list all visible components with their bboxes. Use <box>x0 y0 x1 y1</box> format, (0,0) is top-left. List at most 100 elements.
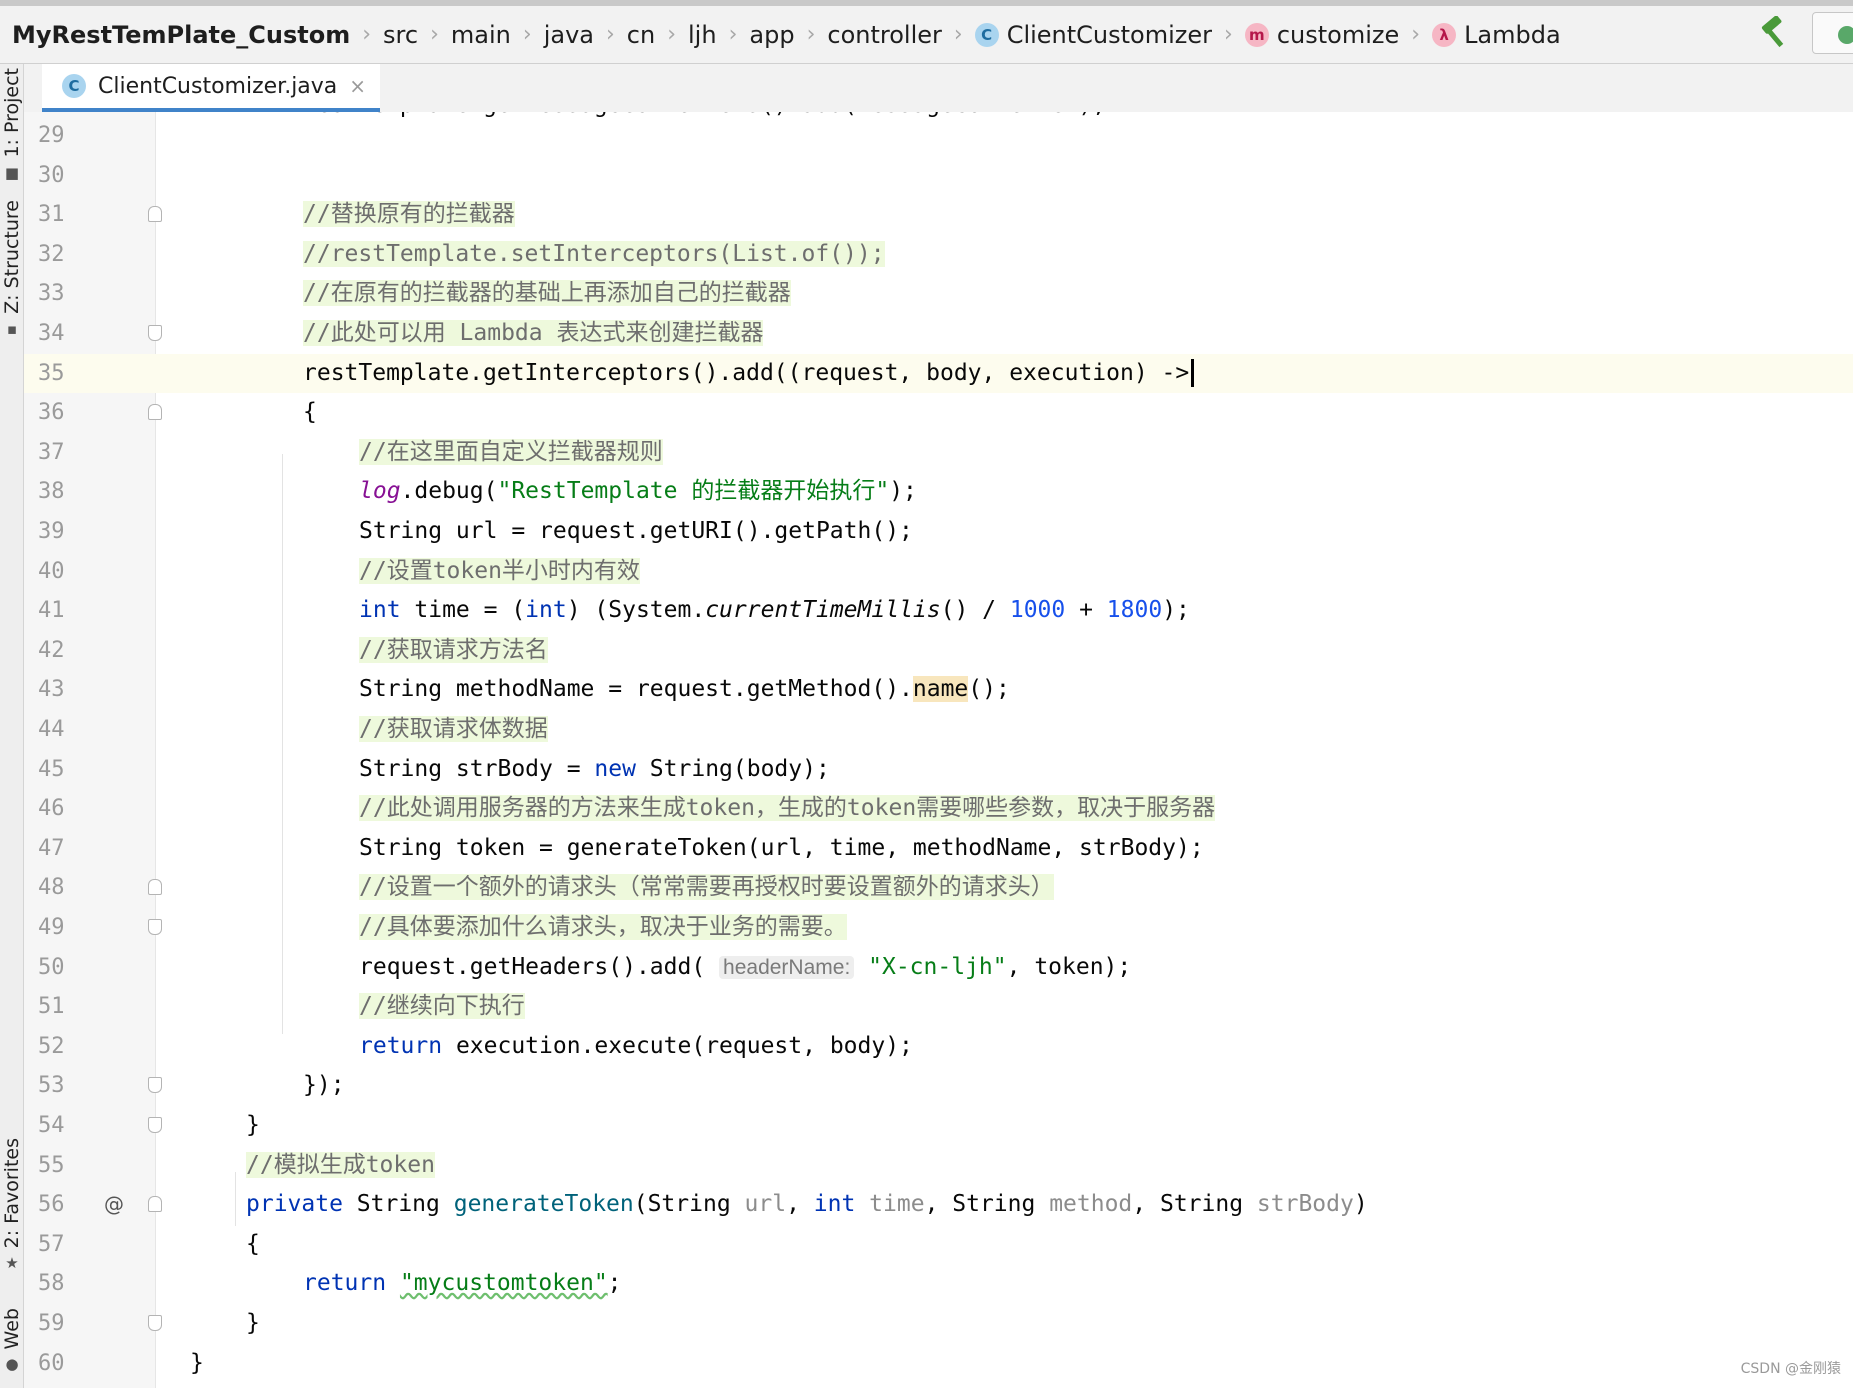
code-line[interactable]: 38 log.debug("RestTemplate 的拦截器开始执行"); <box>24 472 1853 511</box>
code-line[interactable]: 48 //设置一个额外的请求头（常常需要再授权时要设置额外的请求头） <box>24 868 1853 907</box>
fold-marker-icon[interactable] <box>148 404 162 421</box>
line-number: 42 <box>38 637 65 663</box>
code-text: log.debug("RestTemplate 的拦截器开始执行"); <box>359 478 917 505</box>
code-line[interactable]: 58 return "mycustomtoken"; <box>24 1264 1853 1303</box>
code-text: int time = (int) (System.currentTimeMill… <box>359 597 1190 624</box>
star-icon: ★ <box>5 1254 19 1273</box>
breadcrumb-src[interactable]: src <box>383 21 418 49</box>
code-line[interactable]: 34 //此处可以用 Lambda 表达式来创建拦截器 <box>24 314 1853 353</box>
code-line[interactable]: 56 @ private String generateToken(String u… <box>24 1185 1853 1224</box>
fold-marker-icon[interactable] <box>148 325 162 341</box>
code-line[interactable]: 41 int time = (int) (System.currentTimeMi… <box>24 591 1853 630</box>
code-line[interactable]: 33 //在原有的拦截器的基础上再添加自己的拦截器 <box>24 274 1853 313</box>
code-line[interactable]: 42 //获取请求方法名 <box>24 631 1853 670</box>
structure-tool-window-button[interactable]: Z: Structure ▪ <box>0 200 24 338</box>
code-line[interactable]: 49 //具体要添加什么请求头，取决于业务的需要。 <box>24 908 1853 947</box>
fold-marker-icon[interactable] <box>148 1077 162 1094</box>
code-text: } <box>246 1310 260 1336</box>
code-line[interactable]: 55 //模拟生成token <box>24 1146 1853 1185</box>
fold-marker-icon[interactable] <box>148 919 162 935</box>
code-line[interactable]: 57 { <box>24 1225 1853 1264</box>
line-number: 38 <box>38 479 65 505</box>
code-line[interactable]: 32 //restTemplate.setInterceptors(List.of… <box>24 235 1853 274</box>
code-line[interactable]: 44 //获取请求体数据 <box>24 710 1853 749</box>
code-line[interactable]: 59} <box>24 1304 1853 1343</box>
code-line[interactable]: 39 String url = request.getURI().getPath(… <box>24 512 1853 551</box>
breadcrumb-main[interactable]: main <box>451 21 511 49</box>
indent-guide <box>235 1172 236 1226</box>
breadcrumb-lambda[interactable]: λ Lambda <box>1432 21 1561 49</box>
code-line[interactable]: 35 restTemplate.getInterceptors().add((re… <box>24 353 1853 393</box>
line-number: 43 <box>38 677 65 703</box>
line-number: 32 <box>38 241 65 267</box>
breadcrumb-controller[interactable]: controller <box>827 21 942 49</box>
fold-marker-icon[interactable] <box>148 206 162 223</box>
breadcrumb-app[interactable]: app <box>749 21 794 49</box>
hammer-icon[interactable] <box>1757 16 1791 50</box>
breadcrumb-project[interactable]: MyRestTemPlate_Custom <box>12 21 350 49</box>
code-line[interactable]: 40 //设置token半小时内有效 <box>24 552 1853 591</box>
code-line[interactable]: 54} <box>24 1106 1853 1145</box>
breadcrumb-java[interactable]: java <box>544 21 594 49</box>
run-configuration-button[interactable] <box>1812 12 1853 54</box>
editor-tab-bar: C ClientCustomizer.java × <box>24 64 1853 113</box>
chevron-right-icon: › <box>667 22 677 47</box>
code-text: String strBody = new String(body); <box>359 755 830 782</box>
line-number: 30 <box>38 162 65 188</box>
line-number: 49 <box>38 915 65 940</box>
code-line[interactable]: 46 //此处调用服务器的方法来生成token，生成的token需要哪些参数，取决… <box>24 789 1853 828</box>
breadcrumb-cn[interactable]: cn <box>627 21 655 49</box>
code-text: //此处调用服务器的方法来生成token，生成的token需要哪些参数，取决于服… <box>359 795 1216 822</box>
code-text: //设置token半小时内有效 <box>359 557 640 584</box>
breadcrumb-method[interactable]: m customize <box>1244 20 1400 49</box>
fold-marker-icon[interactable] <box>148 879 162 896</box>
line-number: 54 <box>38 1113 65 1138</box>
project-tool-window-button[interactable]: 1: Project ■ <box>0 68 24 182</box>
fold-marker-icon[interactable] <box>148 1196 162 1213</box>
favorites-tool-window-button[interactable]: 2: Favorites ★ <box>0 1138 24 1272</box>
code-line[interactable]: 53}); <box>24 1066 1853 1105</box>
code-editor[interactable]: restTemplate.getMessageConverters().add(… <box>24 112 1853 1388</box>
close-icon[interactable]: × <box>349 74 366 98</box>
breadcrumb-class[interactable]: C ClientCustomizer <box>974 20 1213 49</box>
web-tool-label: Web <box>1 1308 23 1350</box>
fold-marker-icon[interactable] <box>148 1117 162 1133</box>
breadcrumb-ljh[interactable]: ljh <box>688 21 717 49</box>
line-number: 48 <box>38 875 65 901</box>
code-line[interactable]: 60} <box>24 1344 1853 1383</box>
breadcrumb-class-label: ClientCustomizer <box>1006 20 1213 49</box>
code-text: { <box>246 1230 260 1257</box>
code-line[interactable]: 29 <box>24 116 1853 155</box>
code-line[interactable]: 36 { <box>24 393 1853 432</box>
code-line[interactable]: 45 String strBody = new String(body); <box>24 750 1853 789</box>
code-text: { <box>303 399 317 426</box>
tab-clientcustomizer-java[interactable]: C ClientCustomizer.java × <box>42 64 381 112</box>
line-number: 45 <box>38 756 65 782</box>
code-line[interactable]: 31 //替换原有的拦截器 <box>24 195 1853 234</box>
code-line[interactable]: 47 String token = generateToken(url, time… <box>24 829 1853 868</box>
code-text: }); <box>303 1072 345 1099</box>
code-line[interactable]: 37 //在这里面自定义拦截器规则 <box>24 433 1853 472</box>
chevron-right-icon: › <box>1411 22 1421 47</box>
code-text: //模拟生成token <box>246 1151 435 1178</box>
lambda-icon: λ <box>1432 22 1457 47</box>
chevron-right-icon: › <box>1224 22 1233 47</box>
code-text: //restTemplate.setInterceptors(List.of()… <box>303 240 885 267</box>
code-text: String token = generateToken(url, time, … <box>359 834 1204 861</box>
breadcrumb-lambda-label: Lambda <box>1464 20 1561 49</box>
line-number: 50 <box>38 954 65 980</box>
code-line[interactable]: 50 request.getHeaders().add( headerName: … <box>24 948 1853 987</box>
globe-icon: ● <box>5 1355 19 1374</box>
code-line[interactable]: 30 <box>24 156 1853 195</box>
code-text: //具体要添加什么请求头，取决于业务的需要。 <box>359 914 847 940</box>
code-line[interactable]: 51 //继续向下执行 <box>24 987 1853 1026</box>
implemented-marker-icon[interactable]: @ <box>104 1185 124 1224</box>
code-text: String methodName = request.getMethod().… <box>359 676 1010 703</box>
code-line[interactable]: 43 String methodName = request.getMethod(… <box>24 670 1853 709</box>
breadcrumb-method-label: customize <box>1276 20 1400 49</box>
fold-marker-icon[interactable] <box>148 1315 162 1331</box>
line-number: 36 <box>38 400 65 426</box>
web-tool-window-button[interactable]: Web ● <box>0 1308 24 1373</box>
tool-window-strip: 1: Project ■ Z: Structure ▪ 2: Favorites… <box>0 64 24 1388</box>
code-line[interactable]: 52 return execution.execute(request, body… <box>24 1027 1853 1066</box>
